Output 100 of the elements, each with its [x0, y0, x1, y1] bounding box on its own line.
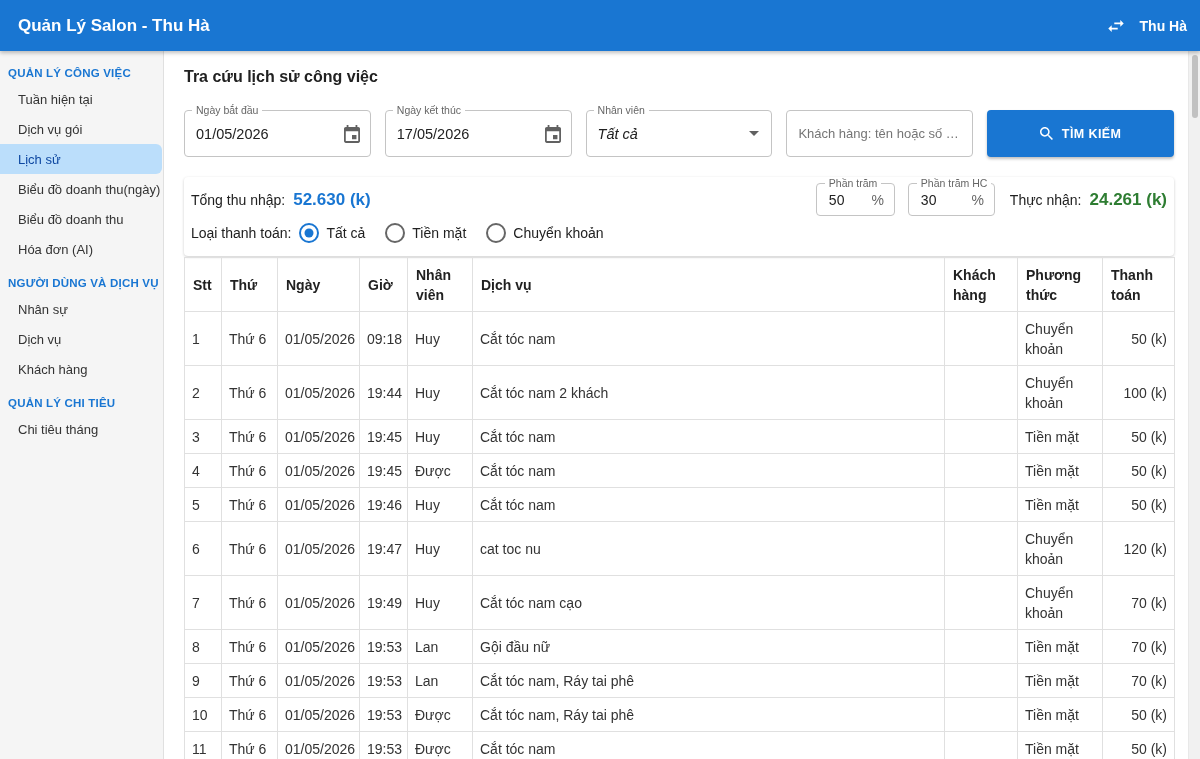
table-cell: Lan — [407, 663, 473, 698]
table-cell: Cắt tóc nam — [472, 311, 945, 366]
table-cell: Được — [407, 697, 473, 732]
field-label: Phần trăm — [827, 176, 879, 190]
table-cell: 50 (k) — [1102, 697, 1175, 732]
net-income-value: 24.261 (k) — [1089, 189, 1167, 210]
sidebar-section-heading: QUẢN LÝ CÔNG VIỆC — [7, 66, 132, 82]
payment-type-label: Loại thanh toán: — [191, 225, 292, 241]
radio-option[interactable]: Tất cả — [299, 223, 366, 243]
sidebar-item[interactable]: Biểu đồ doanh thu(ngày) — [0, 174, 162, 204]
table-cell: Cắt tóc nam, Ráy tai phê — [472, 697, 945, 732]
table-cell: Thứ 6 — [221, 663, 278, 698]
total-income-label: Tổng thu nhập: — [191, 191, 286, 208]
sidebar-item[interactable]: Chi tiêu tháng — [0, 414, 162, 444]
calendar-icon[interactable] — [544, 124, 561, 143]
table-cell: Được — [407, 453, 473, 488]
page-title: Tra cứu lịch sử công việc — [184, 67, 379, 87]
table-cell: 01/05/2026 — [277, 311, 360, 366]
sidebar-item[interactable]: Hóa đơn (AI) — [0, 234, 162, 264]
date-field[interactable]: Ngày bắt đầu 01/05/2026 — [184, 103, 371, 157]
percent-input[interactable]: 50 — [828, 190, 866, 210]
table-cell: 01/05/2026 — [277, 629, 360, 664]
field-label: Nhân viên — [596, 103, 646, 117]
app-title: Quản Lý Salon - Thu Hà — [18, 15, 210, 36]
sidebar-item[interactable]: Lịch sử — [0, 144, 162, 174]
table-cell: Gội đầu nữ — [472, 629, 945, 664]
unit-label: % — [871, 192, 884, 208]
table-cell: Cắt tóc nam cạo — [472, 575, 945, 630]
table-cell: 01/05/2026 — [277, 663, 360, 698]
table-cell: Tiền mặt — [1017, 629, 1103, 664]
table-cell: Huy — [407, 487, 473, 522]
table-cell: 8 — [184, 629, 222, 664]
switch-user-button[interactable] — [1107, 19, 1124, 32]
table-cell: 9 — [184, 663, 222, 698]
unit-label: % — [971, 192, 984, 208]
table-cell: Huy — [407, 311, 473, 366]
table-cell: 7 — [184, 575, 222, 630]
table-cell: Chuyển khoản — [1017, 311, 1103, 366]
table-cell: 6 — [184, 521, 222, 576]
column-header: Dịch vụ — [472, 257, 945, 312]
search-button[interactable]: TÌM KIẾM — [987, 110, 1174, 157]
table-cell: 10 — [184, 697, 222, 732]
percent-field[interactable]: Phần trăm HC 30 % — [907, 176, 995, 216]
column-header: Phương thức — [1017, 257, 1103, 312]
table-cell: 50 (k) — [1102, 453, 1175, 488]
table-cell: Thứ 6 — [221, 575, 278, 630]
sidebar-item[interactable]: Nhân sự — [0, 294, 162, 324]
table-cell: Thứ 6 — [221, 311, 278, 366]
column-header: Thứ — [221, 257, 278, 312]
customer-search-field[interactable]: Khách hàng: tên hoặc số … — [786, 110, 974, 157]
table-cell: 19:49 — [359, 575, 408, 630]
table-cell: 01/05/2026 — [277, 521, 360, 576]
table-cell: Chuyển khoản — [1017, 575, 1103, 630]
table-cell: 09:18 — [359, 311, 408, 366]
table-cell: 50 (k) — [1102, 419, 1175, 454]
radio-option[interactable]: Chuyển khoản — [486, 223, 604, 243]
table-cell: 120 (k) — [1102, 521, 1175, 576]
radio-option[interactable]: Tiền mặt — [385, 223, 467, 243]
sidebar-item[interactable]: Tuần hiện tại — [0, 84, 162, 114]
table-cell: Thứ 6 — [221, 453, 278, 488]
table-cell: 3 — [184, 419, 222, 454]
scrollbar-thumb[interactable] — [1192, 55, 1198, 118]
table-cell: Thứ 6 — [221, 697, 278, 732]
table-cell: 50 (k) — [1102, 311, 1175, 366]
table-cell: Thứ 6 — [221, 365, 278, 420]
table-cell: Huy — [407, 365, 473, 420]
date-input[interactable]: 01/05/2026 — [196, 121, 338, 146]
table-cell: Lan — [407, 629, 473, 664]
date-field[interactable]: Ngày kết thúc 17/05/2026 — [384, 103, 572, 157]
table-cell: 2 — [184, 365, 222, 420]
percent-input[interactable]: 30 — [920, 190, 966, 210]
sidebar-item[interactable]: Biểu đồ doanh thu — [0, 204, 162, 234]
table-cell: 70 (k) — [1102, 575, 1175, 630]
table-cell: cat toc nu — [472, 521, 945, 576]
sidebar-item[interactable]: Khách hàng — [0, 354, 162, 384]
date-input[interactable]: 17/05/2026 — [396, 121, 539, 146]
table-cell: Tiền mặt — [1017, 487, 1103, 522]
table-cell: 70 (k) — [1102, 629, 1175, 664]
sidebar-item[interactable]: Dịch vụ gói — [0, 114, 162, 144]
sidebar-section-heading: NGƯỜI DÙNG VÀ DỊCH VỤ — [7, 276, 160, 292]
table-cell: Chuyển khoản — [1017, 365, 1103, 420]
percent-field[interactable]: Phần trăm 50 % — [815, 176, 895, 216]
table-cell: Cắt tóc nam, Ráy tai phê — [472, 663, 945, 698]
table-cell: 01/05/2026 — [277, 453, 360, 488]
table-cell: 01/05/2026 — [277, 487, 360, 522]
table-cell: 100 (k) — [1102, 365, 1175, 420]
sidebar-section-heading: QUẢN LÝ CHI TIÊU — [7, 396, 117, 411]
table-cell: 1 — [184, 311, 222, 366]
table-cell: Tiền mặt — [1017, 453, 1103, 488]
column-header: Ngày — [277, 257, 360, 312]
sidebar-item[interactable]: Dịch vụ — [0, 324, 162, 354]
table-cell: 19:53 — [359, 697, 408, 732]
staff-select[interactable]: Nhân viên Tất cả — [585, 103, 773, 157]
calendar-icon[interactable] — [343, 124, 360, 143]
table-cell: 4 — [184, 453, 222, 488]
table-cell: 11 — [184, 731, 222, 759]
table-cell: 01/05/2026 — [277, 419, 360, 454]
table-cell: Huy — [407, 575, 473, 630]
table-cell: Cắt tóc nam — [472, 419, 945, 454]
table-cell: Cắt tóc nam — [472, 453, 945, 488]
